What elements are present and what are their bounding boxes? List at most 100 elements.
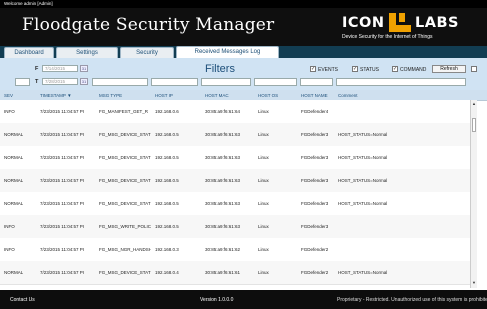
filter-hostname-input[interactable] [300, 78, 333, 86]
company-logo: ICON LABS Device Security for the Intern… [342, 11, 472, 45]
cell-timestamp: 7/23/2015 11:04:57 PI [40, 247, 84, 252]
table-row[interactable]: NORMAL 7/23/2015 11:04:57 PI FG_MSG_DEVI… [0, 261, 470, 285]
to-calendar-icon[interactable]: 31 [80, 78, 88, 85]
from-calendar-icon[interactable]: 31 [80, 65, 88, 72]
tab-settings[interactable]: Settings [56, 47, 118, 58]
cell-timestamp: 7/23/2015 11:04:57 PI [40, 178, 84, 183]
cell-sev: NORMAL [4, 270, 24, 275]
filter-hostos-input[interactable] [254, 78, 297, 86]
auto-refresh-checkbox[interactable] [471, 66, 477, 72]
cell-host-os: Linux [258, 178, 269, 183]
status-checkbox[interactable]: ✓ [352, 66, 358, 72]
cell-host-ip: 192.168.0.6 [155, 109, 179, 114]
cell-timestamp: 7/23/2015 11:04:57 PI [40, 201, 84, 206]
table-scrollbar[interactable]: ▲ ▼ [470, 100, 477, 288]
cell-sev: NORMAL [4, 155, 24, 160]
cell-msg-type: FG_MANIFEST_GET_R [99, 109, 149, 114]
table-body: INFO 7/23/2015 11:04:57 PI FG_MANIFEST_G… [0, 100, 470, 288]
cell-host-ip: 192.168.0.5 [155, 178, 179, 183]
cell-sev: INFO [4, 224, 15, 229]
filter-msgtype-input[interactable] [92, 78, 148, 86]
to-date-label: T [35, 79, 39, 85]
col-host-name[interactable]: HOST NAME [301, 93, 328, 98]
table-row[interactable]: INFO 7/23/2015 11:04:57 PI FG_MSG_WRITE_… [0, 215, 470, 239]
app-title: Floodgate Security Manager [22, 15, 275, 35]
cell-host-os: Linux [258, 132, 269, 137]
events-checkbox[interactable]: ✓ [310, 66, 316, 72]
logo-tagline: Device Security for the Internet of Thin… [342, 34, 433, 40]
scroll-down-icon[interactable]: ▼ [471, 280, 477, 285]
cell-host-name: FGDefender3 [301, 178, 329, 183]
col-msg-type[interactable]: MSG TYPE [99, 93, 122, 98]
tab-received-messages-log[interactable]: Received Messages Log [176, 46, 279, 58]
cell-msg-type: FG_MSG_DEVICE_STATI [99, 132, 151, 137]
logo-word-labs: LABS [415, 15, 459, 31]
col-comment[interactable]: Comment [338, 93, 358, 98]
cell-host-ip: 192.168.0.5 [155, 132, 179, 137]
col-host-os[interactable]: HOST OS [258, 93, 278, 98]
icon-labs-logo-icon [389, 13, 411, 32]
tab-dashboard[interactable]: Dashboard [4, 47, 54, 58]
table-row[interactable]: NORMAL 7/23/2015 11:04:57 PI FG_MSG_DEVI… [0, 169, 470, 193]
col-timestamp[interactable]: TIMESTAMP ▼ [40, 93, 72, 98]
cell-host-os: Linux [258, 201, 269, 206]
cell-host-os: Linux [258, 224, 269, 229]
filter-hostmac-input[interactable] [201, 78, 251, 86]
col-host-mac[interactable]: HOST MAC [205, 93, 229, 98]
command-checkbox[interactable]: ✓ [392, 66, 398, 72]
cell-host-os: Linux [258, 109, 269, 114]
filter-sev-input[interactable] [15, 78, 30, 86]
cell-host-mac: 30:85:a9:f6:61:64 [205, 109, 241, 114]
cell-host-mac: 30:85:a9:f6:61:61 [205, 270, 241, 275]
scrollbar-thumb[interactable] [472, 118, 476, 132]
messages-table: SEV TIMESTAMP ▼ MSG TYPE HOST IP HOST MA… [0, 90, 487, 288]
cell-host-name: FGDefender3 [301, 155, 329, 160]
to-date-input[interactable]: 7/28/2015 [42, 78, 78, 85]
cell-host-os: Linux [258, 247, 269, 252]
cell-host-os: Linux [258, 155, 269, 160]
table-row[interactable]: NORMAL 7/23/2015 11:04:57 PI FG_MSG_DEVI… [0, 192, 470, 216]
filter-hostip-input[interactable] [151, 78, 198, 86]
cell-sev: NORMAL [4, 201, 24, 206]
status-label: STATUS [360, 67, 379, 73]
cell-host-name: FGDefender2 [301, 247, 329, 252]
from-date-label: F [35, 66, 39, 72]
footer: Contact Us Version 1.0.0.0 Proprietary -… [0, 290, 487, 309]
cell-comment: HOST_STATUS=Normal [338, 132, 388, 137]
cell-host-os: Linux [258, 270, 269, 275]
cell-comment: HOST_STATUS=Normal [338, 155, 388, 160]
logo-word-icon: ICON [342, 15, 385, 31]
cell-sev: INFO [4, 109, 15, 114]
welcome-bar: Welcome admin [Admin] [0, 0, 487, 8]
cell-timestamp: 7/23/2015 11:04:57 PI [40, 155, 84, 160]
cell-host-mac: 30:85:a9:f6:61:63 [205, 155, 241, 160]
version-text: Version 1.0.0.0 [200, 297, 234, 303]
cell-host-ip: 192.168.0.3 [155, 247, 179, 252]
table-row[interactable]: INFO 7/23/2015 11:04:57 PI FG_MANIFEST_G… [0, 100, 470, 124]
cell-msg-type: FG_MSG_DEVICE_STATI [99, 270, 151, 275]
cell-host-mac: 30:85:a9:f6:61:63 [205, 201, 241, 206]
contact-us-link[interactable]: Contact Us [10, 297, 35, 303]
refresh-button[interactable]: Refresh [432, 65, 466, 73]
cell-sev: NORMAL [4, 132, 24, 137]
cell-msg-type: FG_MSG_WRITE_POLIC [99, 224, 151, 229]
cell-msg-type: FG_MSG_DEVICE_STATI [99, 178, 151, 183]
cell-host-name: FGDefender2 [301, 270, 329, 275]
cell-host-name: FGDefender4 [301, 109, 329, 114]
scroll-up-icon[interactable]: ▲ [471, 101, 477, 106]
table-row[interactable]: INFO 7/23/2015 11:04:57 PI FG_MSG_NGR_HA… [0, 238, 470, 262]
cell-host-name: FGDefender3 [301, 201, 329, 206]
cell-comment: HOST_STATUS=Normal [338, 201, 388, 206]
col-sev[interactable]: SEV [4, 93, 13, 98]
app-header: Floodgate Security Manager ICON LABS Dev… [0, 8, 487, 46]
cell-host-mac: 30:85:a9:f6:61:63 [205, 224, 241, 229]
tab-security[interactable]: Security [120, 47, 174, 58]
table-row[interactable]: NORMAL 7/23/2015 11:04:57 PI FG_MSG_DEVI… [0, 123, 470, 147]
table-row[interactable]: NORMAL 7/23/2015 11:04:57 PI FG_MSG_DEVI… [0, 146, 470, 170]
col-host-ip[interactable]: HOST IP [155, 93, 173, 98]
cell-timestamp: 7/23/2015 11:04:57 PI [40, 224, 84, 229]
from-date-input[interactable]: 7/14/2015 [42, 65, 78, 72]
filter-comment-input[interactable] [336, 78, 466, 86]
welcome-text: Welcome admin [Admin] [4, 1, 53, 6]
cell-comment: HOST_STATUS=Normal [338, 270, 388, 275]
